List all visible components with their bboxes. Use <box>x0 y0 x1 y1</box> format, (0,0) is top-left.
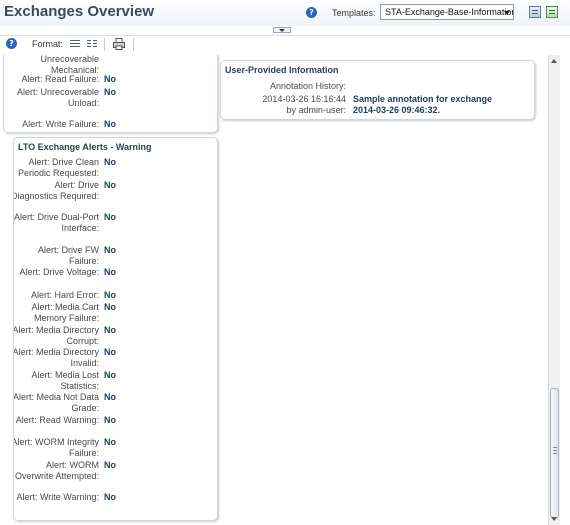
alert-label: Alert: Drive Voltage: <box>19 267 99 277</box>
page-title: Exchanges Overview <box>4 3 155 20</box>
alert-label: Alert: WORM Overwrite Attempted: <box>14 460 99 481</box>
alert-value: No <box>104 492 116 502</box>
alert-label: Alert: Drive Diagnostics Required: <box>13 180 99 201</box>
page-header: Exchanges Overview ? Templates: STA-Exch… <box>0 0 570 26</box>
alert-label: Alert: Media Directory Invalid: <box>13 347 99 368</box>
alert-label: Alert: Hard Error: <box>30 290 99 300</box>
scroll-thumb[interactable] <box>550 388 559 518</box>
alert-value: No <box>104 74 116 84</box>
panel-splitter <box>0 26 570 36</box>
alert-label: Alert: Media Not Data Grade: <box>13 392 99 413</box>
alert-value: No <box>104 347 116 357</box>
vertical-scrollbar[interactable] <box>548 55 560 525</box>
user-provided-info-panel: User-Provided Information Annotation His… <box>220 60 535 120</box>
scroll-up-arrow[interactable] <box>551 59 557 63</box>
alert-label: Alert: Drive FW Failure: <box>37 245 99 266</box>
alert-value: No <box>104 415 116 425</box>
alert-label: Alert: Drive Dual-Port Interface: <box>13 212 99 233</box>
alert-value: No <box>104 325 116 335</box>
templates-label: Templates: <box>332 8 376 18</box>
scroll-down-arrow[interactable] <box>551 517 557 521</box>
help-icon[interactable]: ? <box>306 7 317 18</box>
panel-title: LTO Exchange Alerts - Warning <box>18 142 152 152</box>
alert-label: Alert: Write Failure: <box>22 119 99 129</box>
alert-value: No <box>104 119 116 129</box>
alert-value: No <box>104 245 116 255</box>
details-content: Unrecoverable Mechanical: Alert: Read Fa… <box>0 55 548 525</box>
collapse-handle[interactable] <box>273 27 291 33</box>
format-toolbar: ? Format: <box>0 36 570 54</box>
toolbar-divider <box>133 38 134 51</box>
templates-select[interactable]: STA-Exchange-Base-Information <box>380 4 514 20</box>
alert-value: No <box>104 392 116 402</box>
alert-value: No <box>104 87 116 97</box>
alert-value: No <box>104 302 116 312</box>
exchange-alerts-critical-panel: Unrecoverable Mechanical: Alert: Read Fa… <box>3 55 218 133</box>
alert-value: No <box>104 212 116 222</box>
alert-value: No <box>104 437 116 447</box>
alert-label: Alert: Media Cart Memory Failure: <box>31 302 99 323</box>
alert-label: Alert: Media Directory Corrupt: <box>13 325 99 346</box>
templates-select-value: STA-Exchange-Base-Information <box>385 7 514 17</box>
annotation-entry-label: 2014-03-26 16:16:44 by admin-user: <box>262 94 346 115</box>
export-icon[interactable] <box>529 6 541 18</box>
alert-value: No <box>104 290 116 300</box>
alert-label: Alert: Drive Clean Periodic Requested: <box>17 157 99 178</box>
alert-value: No <box>104 180 116 190</box>
alert-label: Alert: Unrecoverable Unload: <box>16 87 99 108</box>
list-format-icon[interactable] <box>70 39 80 48</box>
toolbar-divider <box>104 38 105 51</box>
alert-label: Alert: WORM Integrity Failure: <box>13 437 99 458</box>
alert-label: Alert: Write Warning: <box>16 492 99 502</box>
lto-exchange-alerts-warning-panel: LTO Exchange Alerts - Warning Alert: Dri… <box>13 137 218 521</box>
alert-label: Unrecoverable Mechanical: <box>40 55 99 75</box>
toolbar-help-icon[interactable]: ? <box>6 38 17 49</box>
chevron-down-icon <box>504 11 510 15</box>
alert-value: No <box>104 370 116 380</box>
format-label: Format: <box>32 39 64 49</box>
alert-label: Alert: Media Lost Statistics: <box>31 370 99 391</box>
print-icon[interactable] <box>113 38 125 50</box>
alert-label: Alert: Read Failure: <box>21 74 99 84</box>
alert-value: No <box>104 157 116 167</box>
annotation-history-label: Annotation History: <box>269 81 346 91</box>
alert-value: No <box>104 460 116 470</box>
alert-label: Alert: Read Warning: <box>15 415 99 425</box>
save-template-icon[interactable] <box>546 6 558 18</box>
annotation-entry-text: Sample annotation for exchange 2014-03-2… <box>353 94 493 115</box>
alert-value: No <box>104 267 116 277</box>
panel-title: User-Provided Information <box>225 65 339 75</box>
grid-format-icon[interactable] <box>87 39 97 48</box>
